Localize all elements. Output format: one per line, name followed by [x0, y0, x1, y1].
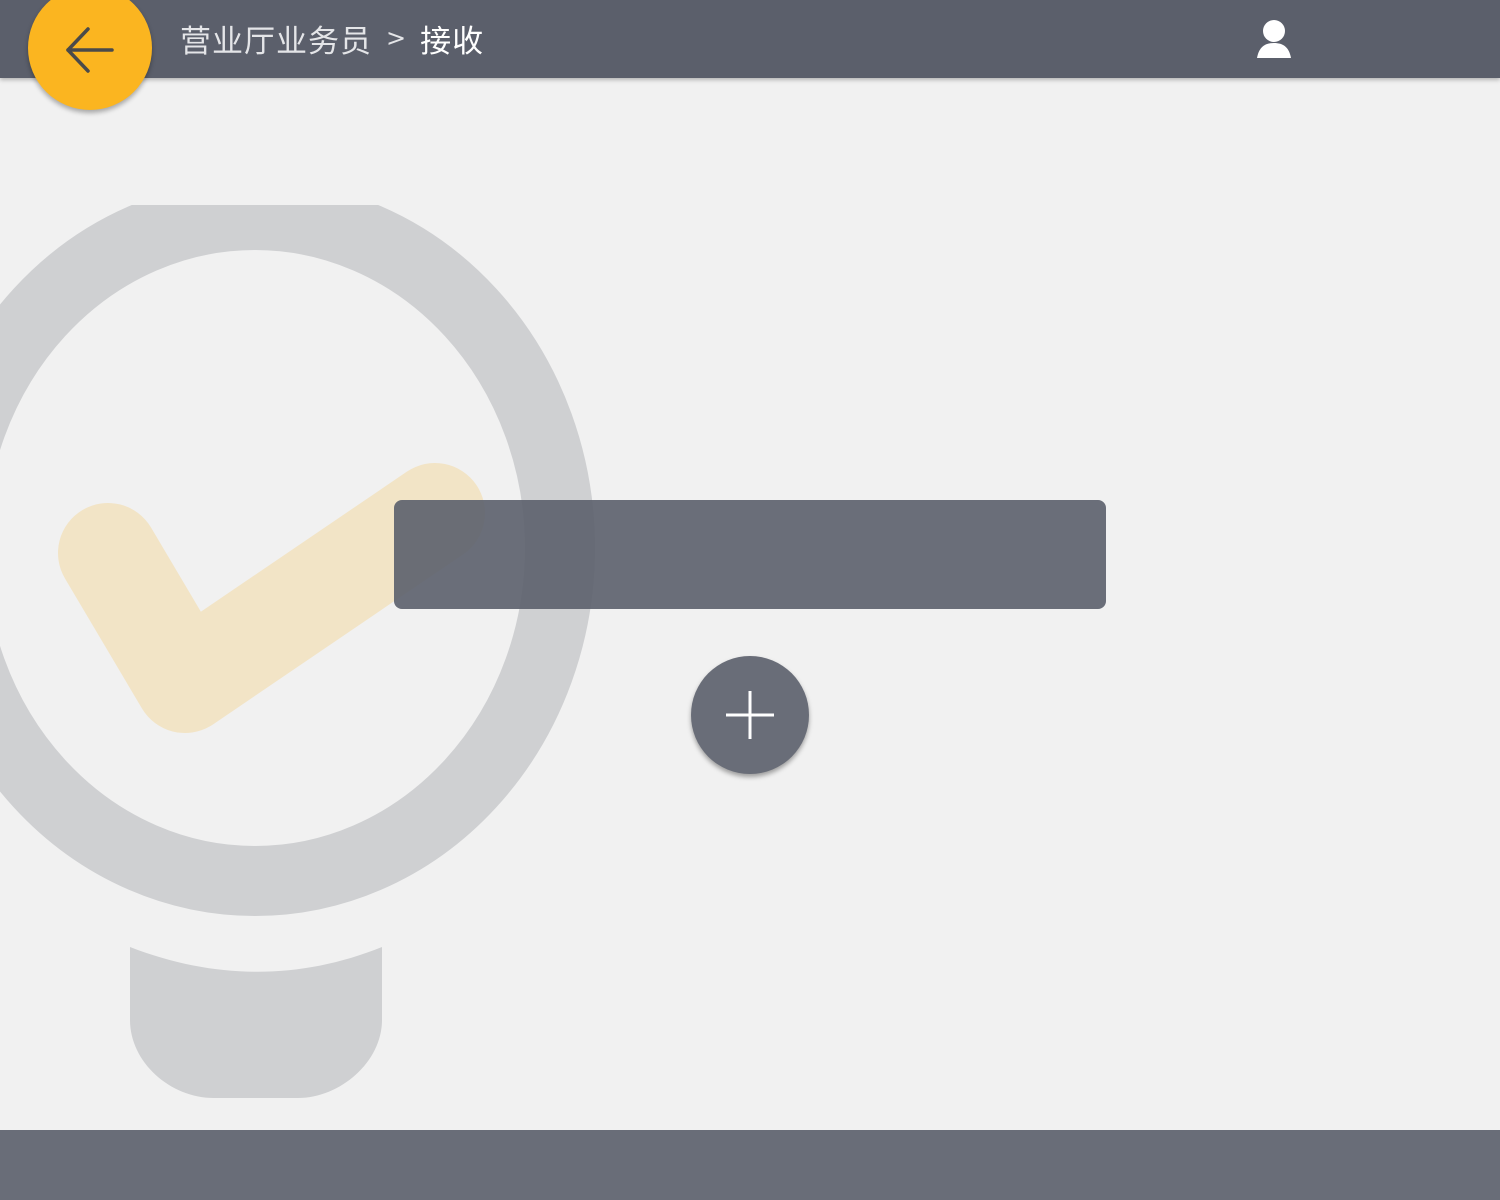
- footer-bar: [0, 1130, 1500, 1200]
- add-button[interactable]: [691, 656, 809, 774]
- arrow-left-icon: [66, 27, 114, 73]
- user-icon: [1257, 20, 1291, 58]
- back-button[interactable]: [28, 0, 152, 110]
- checkmark-badge-icon: [0, 205, 595, 1098]
- breadcrumb: 营业厅业务员 > 接收: [180, 16, 484, 60]
- user-button[interactable]: [1252, 18, 1296, 62]
- breadcrumb-parent[interactable]: 营业厅业务员: [180, 16, 372, 61]
- breadcrumb-separator: >: [386, 24, 407, 52]
- header-bar: 营业厅业务员 > 接收: [0, 0, 1500, 78]
- breadcrumb-current: 接收: [420, 23, 485, 60]
- page: 营业厅业务员 > 接收: [0, 0, 1500, 1200]
- empty-content-bar: [394, 500, 1106, 609]
- plus-icon: [726, 691, 774, 739]
